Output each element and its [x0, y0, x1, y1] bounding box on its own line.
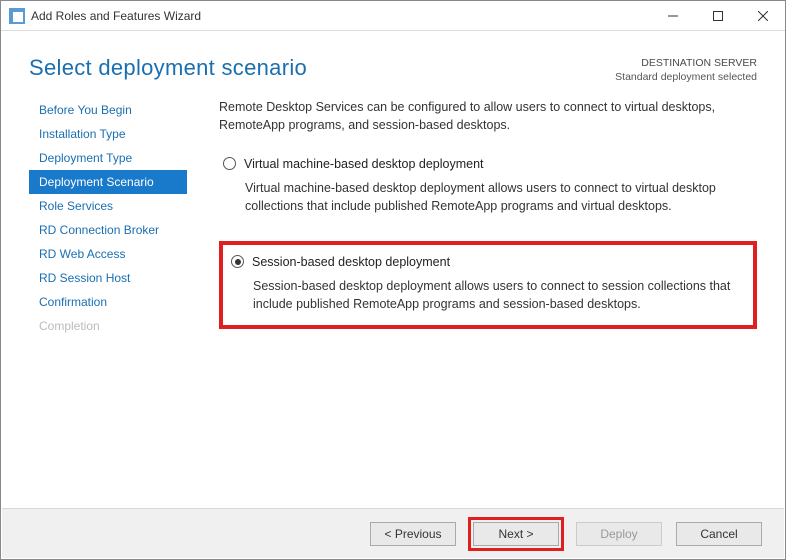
next-button-highlight: Next > [468, 517, 564, 551]
close-button[interactable] [740, 1, 785, 30]
window-title: Add Roles and Features Wizard [31, 9, 650, 23]
main-content: Remote Desktop Services can be configure… [187, 94, 785, 347]
session-option-label: Session-based desktop deployment [252, 253, 450, 271]
vm-option-description: Virtual machine-based desktop deployment… [245, 179, 753, 215]
vm-option-label: Virtual machine-based desktop deployment [244, 155, 484, 173]
intro-text: Remote Desktop Services can be configure… [219, 98, 757, 134]
destination-label: DESTINATION SERVER [615, 57, 757, 71]
minimize-button[interactable] [650, 1, 695, 30]
footer-bar: < Previous Next > Deploy Cancel [2, 508, 784, 558]
sidebar-item-deployment-scenario[interactable]: Deployment Scenario [29, 170, 187, 194]
previous-button[interactable]: < Previous [370, 522, 456, 546]
session-option-description: Session-based desktop deployment allows … [253, 277, 745, 313]
destination-server-info: DESTINATION SERVER Standard deployment s… [615, 57, 757, 84]
maximize-button[interactable] [695, 1, 740, 30]
header: Select deployment scenario DESTINATION S… [1, 31, 785, 94]
sidebar-item-before-you-begin[interactable]: Before You Begin [29, 98, 187, 122]
titlebar: Add Roles and Features Wizard [1, 1, 785, 31]
session-option-radio[interactable] [231, 255, 244, 268]
sidebar-item-installation-type[interactable]: Installation Type [29, 122, 187, 146]
sidebar-item-completion: Completion [29, 314, 187, 338]
sidebar-item-rd-web-access[interactable]: RD Web Access [29, 242, 187, 266]
session-option-header[interactable]: Session-based desktop deployment [231, 253, 745, 271]
page-title: Select deployment scenario [29, 55, 307, 81]
sidebar-nav: Before You BeginInstallation TypeDeploym… [29, 98, 187, 347]
content-area: Before You BeginInstallation TypeDeploym… [1, 94, 785, 347]
sidebar-item-confirmation[interactable]: Confirmation [29, 290, 187, 314]
app-icon [9, 8, 25, 24]
vm-option-group: Virtual machine-based desktop deployment… [219, 151, 757, 223]
cancel-button[interactable]: Cancel [676, 522, 762, 546]
vm-option-header[interactable]: Virtual machine-based desktop deployment [223, 155, 753, 173]
session-option-group: Session-based desktop deployment Session-… [219, 241, 757, 329]
sidebar-item-deployment-type[interactable]: Deployment Type [29, 146, 187, 170]
deploy-button: Deploy [576, 522, 662, 546]
next-button[interactable]: Next > [473, 522, 559, 546]
sidebar-item-rd-session-host[interactable]: RD Session Host [29, 266, 187, 290]
sidebar-item-role-services[interactable]: Role Services [29, 194, 187, 218]
window-controls [650, 1, 785, 30]
sidebar-item-rd-connection-broker[interactable]: RD Connection Broker [29, 218, 187, 242]
destination-value: Standard deployment selected [615, 71, 757, 85]
vm-option-radio[interactable] [223, 157, 236, 170]
